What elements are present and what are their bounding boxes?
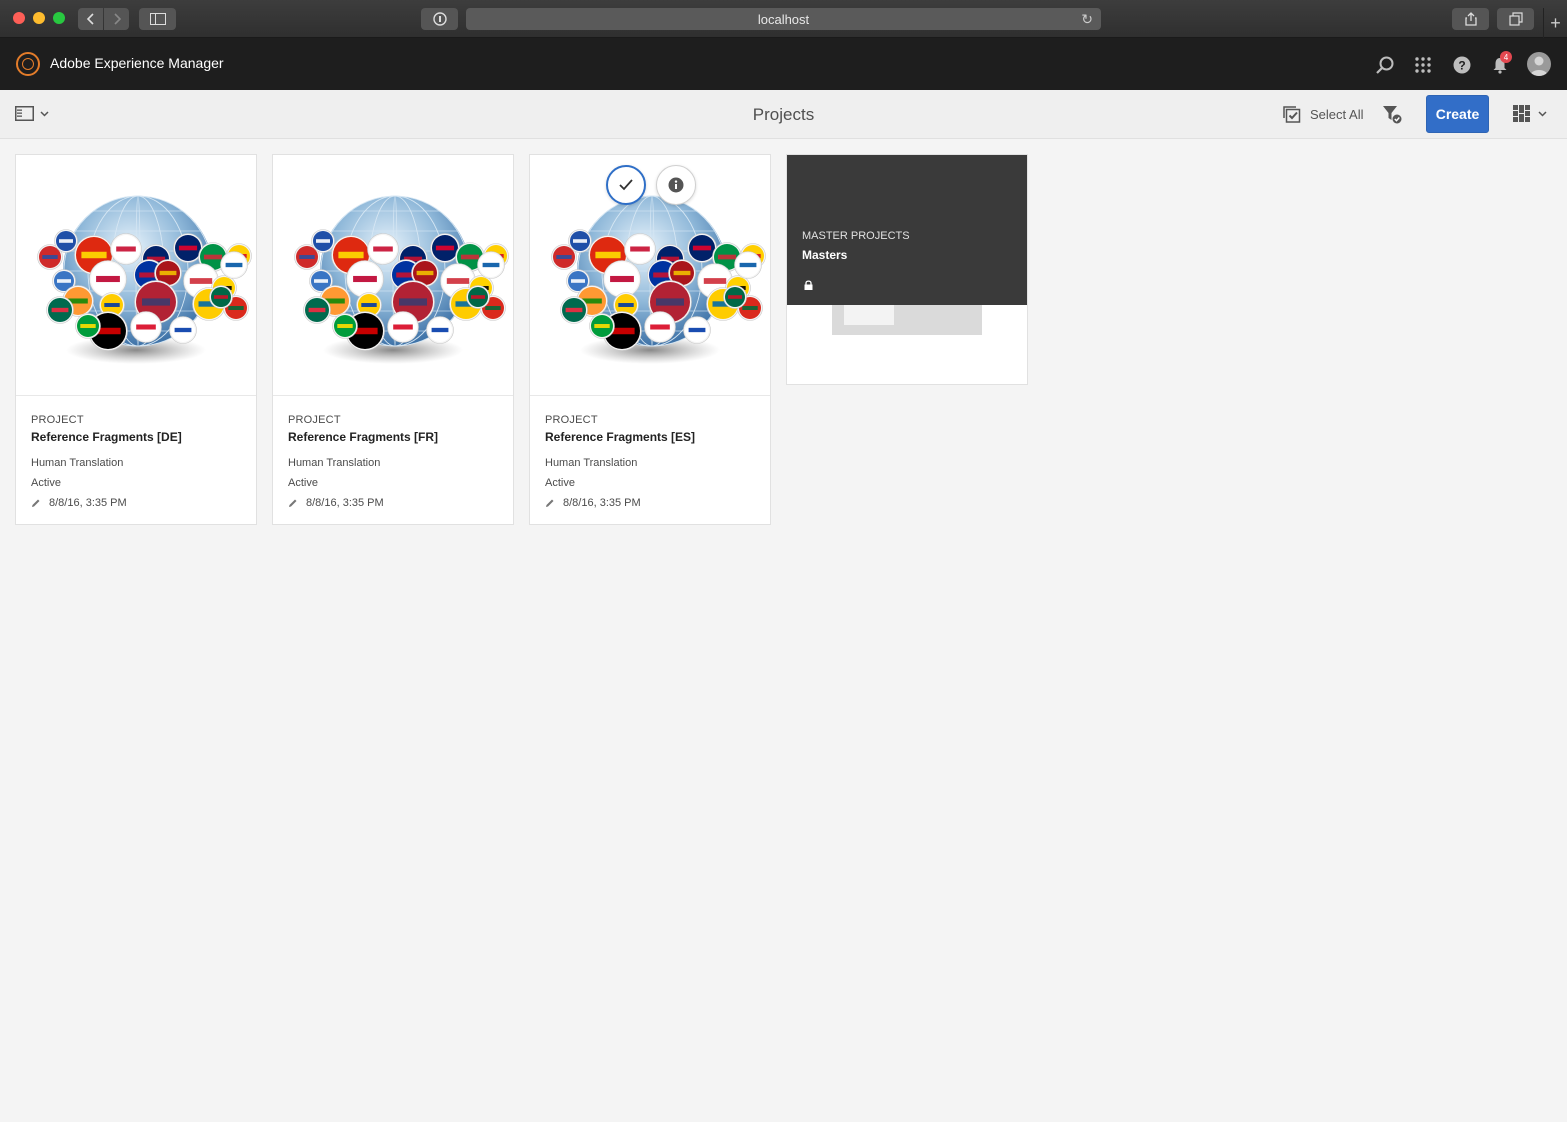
card-status: Active [545,477,575,489]
card-status: Active [31,477,61,489]
properties-button[interactable] [656,165,696,205]
password-manager-button[interactable] [421,8,458,30]
masters-title[interactable]: Masters [802,248,847,262]
help-icon: ? [1453,56,1471,74]
card-status: Active [288,477,318,489]
svg-text:?: ? [1458,59,1465,73]
search-icon [1376,56,1394,74]
masters-type-label: MASTER PROJECTS [802,230,910,242]
help-button[interactable]: ? [1451,54,1473,76]
apps-grid-icon [1415,57,1431,73]
card-type-label: PROJECT [31,414,84,426]
card-modified: 8/8/16, 3:35 PM [288,497,498,509]
browser-toolbar: localhost ↻ + [0,0,1567,38]
checkmark-icon [619,179,633,191]
tabs-overview-icon [1508,12,1523,26]
share-icon [1464,12,1477,26]
notification-badge: 4 [1500,51,1512,63]
show-tabs-button[interactable] [1497,8,1534,30]
globe-flags-image [551,195,766,364]
chevron-down-icon [40,110,49,117]
minimize-window-button[interactable] [33,12,45,24]
card-title[interactable]: Reference Fragments [ES] [545,430,755,444]
card-modified-date: 8/8/16, 3:35 PM [306,497,384,509]
info-icon [668,177,684,193]
masters-card[interactable]: MASTER PROJECTS Masters [786,154,1028,385]
project-card-de[interactable]: PROJECT Reference Fragments [DE] Human T… [15,154,257,525]
chevron-left-icon [86,13,94,25]
globe-flags-image [37,195,252,364]
project-thumbnail [530,155,770,396]
select-all-icon [1283,106,1301,123]
project-card-fr[interactable]: PROJECT Reference Fragments [FR] Human T… [272,154,514,525]
search-button[interactable] [1374,54,1396,76]
avatar[interactable] [1527,52,1551,76]
project-thumbnail [16,155,256,396]
card-type-label: PROJECT [288,414,341,426]
rail-toggle-button[interactable] [15,106,49,121]
forward-button[interactable] [104,8,129,30]
select-all-label: Select All [1310,107,1364,122]
back-button[interactable] [78,8,103,30]
rail-panel-icon [15,106,34,121]
card-modified: 8/8/16, 3:35 PM [31,497,241,509]
card-title[interactable]: Reference Fragments [DE] [31,430,241,444]
filter-button[interactable] [1382,104,1402,129]
pencil-icon [289,499,297,507]
app-title[interactable]: Adobe Experience Manager [50,55,224,71]
lock-icon [804,277,813,295]
keyhole-icon [432,12,447,26]
reload-icon[interactable]: ↻ [1081,11,1093,28]
aem-logo-icon[interactable] [16,52,40,76]
create-button[interactable]: Create [1426,95,1489,133]
chevron-down-icon [1538,110,1547,117]
share-button[interactable] [1452,8,1489,30]
zoom-window-button[interactable] [53,12,65,24]
card-modified: 8/8/16, 3:35 PM [545,497,755,509]
card-modified-date: 8/8/16, 3:35 PM [49,497,127,509]
sidebar-icon [149,13,166,25]
pencil-icon [546,499,554,507]
card-type-label: PROJECT [545,414,598,426]
view-switcher[interactable] [1513,105,1547,122]
solutions-button[interactable] [1412,54,1434,76]
show-sidebar-button[interactable] [139,8,176,30]
filter-check-icon [1383,106,1402,124]
card-title[interactable]: Reference Fragments [FR] [288,430,498,444]
card-translation-type: Human Translation [288,457,381,469]
masters-overlay: MASTER PROJECTS Masters [787,155,1027,305]
card-translation-type: Human Translation [545,457,638,469]
masters-placeholder-detail [844,305,894,325]
address-bar[interactable]: localhost ↻ [466,8,1101,30]
pencil-icon [32,499,40,507]
aem-shell-header: Adobe Experience Manager ? [0,38,1567,90]
project-card-es[interactable]: PROJECT Reference Fragments [ES] Human T… [529,154,771,525]
select-card-button[interactable] [606,165,646,205]
address-text: localhost [757,11,810,27]
card-view-icon [1513,105,1530,122]
project-thumbnail [273,155,513,396]
globe-flags-image [294,195,509,364]
card-translation-type: Human Translation [31,457,124,469]
chevron-right-icon [113,13,121,25]
action-bar: Projects Select All Create [0,90,1567,139]
close-window-button[interactable] [13,12,25,24]
select-all-button[interactable]: Select All [1283,106,1363,123]
card-modified-date: 8/8/16, 3:35 PM [563,497,641,509]
new-tab-button[interactable]: + [1543,8,1567,38]
